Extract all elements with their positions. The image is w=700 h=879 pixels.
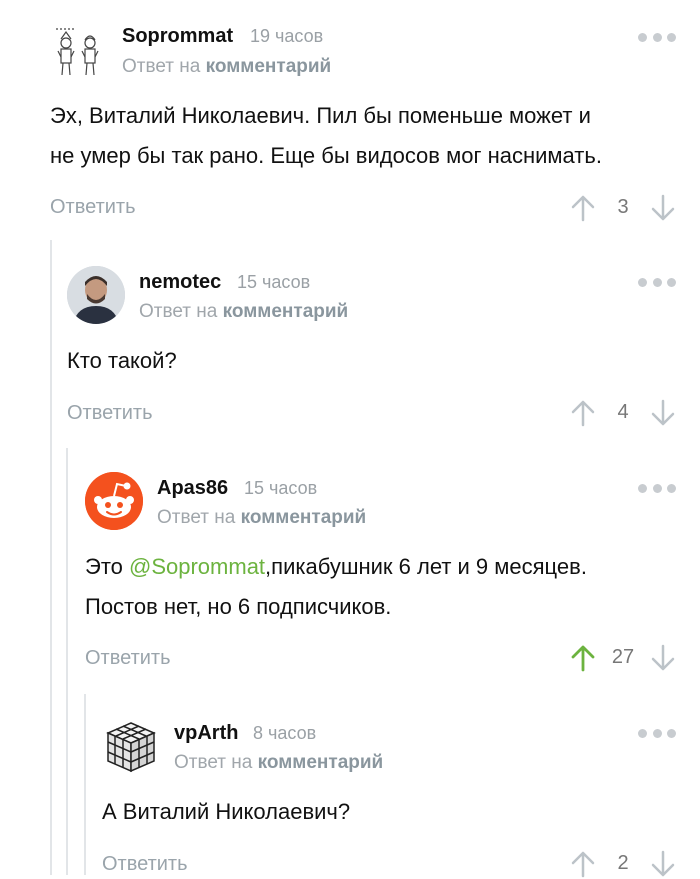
author-name[interactable]: vpArth xyxy=(174,722,238,745)
score: 4 xyxy=(617,401,629,423)
vote-controls: 3 xyxy=(568,193,678,223)
vote-controls: 4 xyxy=(568,398,678,428)
reply-to: Ответ на комментарий xyxy=(139,301,348,323)
comment-time: 8 часов xyxy=(253,723,317,743)
thread-line-level-2 xyxy=(66,448,68,875)
thread-line-level-3 xyxy=(84,694,86,875)
upvote-arrow-icon[interactable] xyxy=(568,643,598,673)
reply-to-prefix: Ответ на xyxy=(122,56,201,77)
reply-to-prefix: Ответ на xyxy=(174,752,253,773)
score: 3 xyxy=(617,196,629,218)
score: 2 xyxy=(617,852,629,874)
reply-button[interactable]: Ответить xyxy=(102,853,188,876)
reply-to-prefix: Ответ на xyxy=(139,301,218,322)
reply-button[interactable]: Ответить xyxy=(50,196,136,219)
downvote-arrow-icon[interactable] xyxy=(648,193,678,223)
comment-text-line: Это @Soprommat,пикабушник 6 лет и 9 меся… xyxy=(85,547,587,587)
parent-comment-link[interactable]: комментарий xyxy=(223,301,349,322)
comment-text: Эх, Виталий Николаевич. Пил бы поменьше … xyxy=(50,96,602,176)
knights-sketch-avatar[interactable] xyxy=(50,23,108,81)
comment-text-segment: ,пикабушник 6 лет и 9 месяцев. xyxy=(265,554,587,579)
more-options-button[interactable] xyxy=(638,31,676,43)
comment-text-line: Постов нет, но 6 подписчиков. xyxy=(85,594,392,619)
reply-button[interactable]: Ответить xyxy=(85,647,171,670)
comment-text-segment: Это xyxy=(85,554,129,579)
comment-time: 19 часов xyxy=(250,26,324,46)
user-photo-avatar[interactable] xyxy=(67,266,125,324)
more-options-button[interactable] xyxy=(638,276,676,288)
parent-comment-link[interactable]: комментарий xyxy=(258,752,384,773)
reddit-alien-avatar[interactable] xyxy=(85,472,143,530)
reply-button[interactable]: Ответить xyxy=(67,402,153,425)
author-name[interactable]: Soprommat xyxy=(122,25,233,48)
rubiks-cube-avatar[interactable] xyxy=(102,717,160,775)
parent-comment-link[interactable]: комментарий xyxy=(241,507,367,528)
comment-text-line: А Виталий Николаевич? xyxy=(102,799,351,824)
comment-time: 15 часов xyxy=(237,272,311,292)
comment-text: А Виталий Николаевич? xyxy=(102,792,350,832)
reply-to: Ответ на комментарий xyxy=(157,507,366,529)
comment-text-line: Эх, Виталий Николаевич. Пил бы поменьше … xyxy=(50,103,591,128)
author-name[interactable]: nemotec xyxy=(139,271,221,294)
downvote-arrow-icon[interactable] xyxy=(648,398,678,428)
score: 27 xyxy=(611,646,635,668)
downvote-arrow-icon[interactable] xyxy=(648,643,678,673)
thread-line-level-1 xyxy=(50,240,52,875)
comment-text-line: Кто такой? xyxy=(67,348,177,373)
comment-text: Это @Soprommat,пикабушник 6 лет и 9 меся… xyxy=(85,547,587,627)
parent-comment-link[interactable]: комментарий xyxy=(206,56,332,77)
comment-text: Кто такой? xyxy=(67,341,177,381)
reply-to-prefix: Ответ на xyxy=(157,507,236,528)
reply-to: Ответ на комментарий xyxy=(174,752,383,774)
reply-to: Ответ на комментарий xyxy=(122,56,331,78)
comment-text-line: не умер бы так рано. Еще бы видосов мог … xyxy=(50,143,602,168)
upvote-arrow-icon[interactable] xyxy=(568,398,598,428)
upvote-arrow-icon[interactable] xyxy=(568,193,598,223)
more-options-button[interactable] xyxy=(638,727,676,739)
comment-time: 15 часов xyxy=(244,478,318,498)
author-name[interactable]: Apas86 xyxy=(157,477,228,500)
vote-controls: 27 xyxy=(568,643,678,673)
more-options-button[interactable] xyxy=(638,482,676,494)
user-mention-link[interactable]: @Soprommat xyxy=(129,554,265,579)
